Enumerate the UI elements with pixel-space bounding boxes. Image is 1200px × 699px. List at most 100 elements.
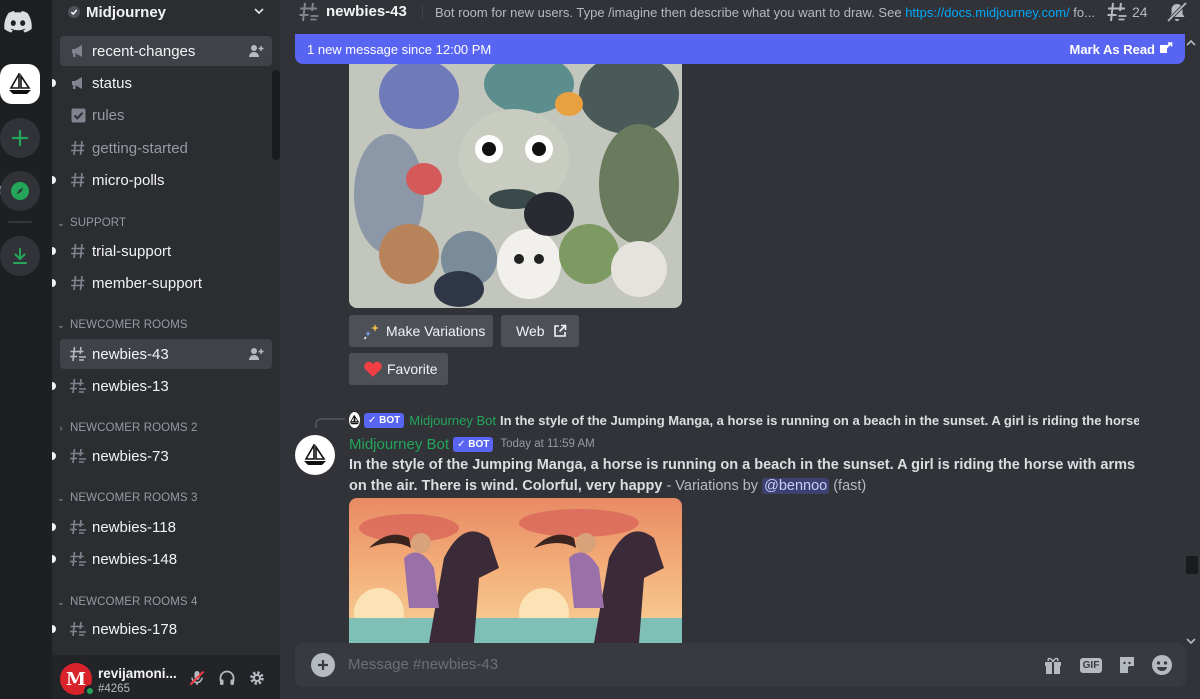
threaded-hash-icon bbox=[68, 619, 88, 639]
explore-servers-button[interactable] bbox=[0, 171, 40, 211]
rail-separator bbox=[8, 221, 32, 223]
download-apps-button[interactable] bbox=[0, 236, 40, 276]
muted-mic-icon bbox=[189, 670, 205, 686]
midjourney-server-icon[interactable] bbox=[0, 64, 40, 104]
headphones-icon bbox=[219, 670, 235, 685]
category-newcomer-rooms-3[interactable]: ⌄ NEWCOMER ROOMS 3 bbox=[52, 489, 280, 507]
chevron-down-icon: ⌄ bbox=[57, 596, 65, 607]
threads-icon bbox=[1107, 2, 1127, 22]
add-server-button[interactable] bbox=[0, 118, 40, 158]
channel-label: rules bbox=[92, 106, 125, 124]
new-messages-bar[interactable]: 1 new message since 12:00 PM Mark As Rea… bbox=[295, 34, 1185, 64]
unread-pip bbox=[52, 625, 56, 633]
channel-trial-support[interactable]: trial-support bbox=[52, 236, 272, 266]
message-author[interactable]: Midjourney Bot bbox=[349, 436, 449, 453]
channel-label: recent-changes bbox=[92, 42, 196, 60]
thread-count: 24 bbox=[1132, 4, 1148, 20]
reply-author[interactable]: Midjourney Bot bbox=[409, 413, 496, 428]
channel-member-support[interactable]: member-support bbox=[52, 268, 272, 298]
attach-button[interactable] bbox=[311, 653, 335, 677]
emoji-button[interactable] bbox=[1150, 653, 1174, 677]
channel-name: newbies-43 bbox=[326, 3, 407, 20]
channel-label: newbies-43 bbox=[92, 345, 169, 363]
verified-check-icon bbox=[68, 6, 80, 18]
channel-newbies-73[interactable]: newbies-73 bbox=[52, 441, 272, 471]
message-input[interactable]: Message #newbies-43 bbox=[348, 656, 498, 673]
add-member-icon[interactable] bbox=[248, 43, 264, 59]
reply-preview[interactable]: ✓ BOT Midjourney Bot In the style of the… bbox=[349, 411, 1139, 429]
threaded-hash-icon bbox=[68, 446, 88, 466]
channel-header: newbies-43 Bot room for new users. Type … bbox=[280, 0, 1200, 24]
heart-icon bbox=[364, 361, 382, 377]
channel-micro-polls[interactable]: micro-polls bbox=[52, 165, 272, 195]
channel-recent-changes[interactable]: recent-changes bbox=[60, 36, 272, 66]
channel-newbies-13[interactable]: newbies-13 bbox=[52, 371, 272, 401]
threads-button[interactable]: 24 bbox=[1106, 2, 1148, 22]
channel-topic[interactable]: Bot room for new users. Type /imagine th… bbox=[435, 5, 1100, 20]
category-newcomer-rooms-4[interactable]: ⌄ NEWCOMER ROOMS 4 bbox=[52, 593, 280, 611]
chevron-down-icon[interactable] bbox=[252, 4, 266, 18]
reply-avatar bbox=[349, 412, 360, 428]
add-member-icon[interactable] bbox=[248, 346, 264, 362]
discord-home-button[interactable] bbox=[0, 2, 38, 42]
gift-icon bbox=[1045, 657, 1061, 674]
sailboat-icon bbox=[349, 415, 360, 425]
channel-status[interactable]: status bbox=[52, 68, 272, 98]
mark-read-icon bbox=[1160, 42, 1173, 53]
channel-newbies-148[interactable]: newbies-148 bbox=[52, 544, 272, 574]
unread-pip bbox=[52, 279, 56, 287]
scrollbar-thumb[interactable] bbox=[1186, 556, 1198, 574]
channel-label: newbies-148 bbox=[92, 550, 178, 568]
server-header[interactable]: Midjourney bbox=[52, 0, 280, 24]
discord-app: Midjourney recent-changes status rules g… bbox=[0, 0, 1200, 699]
sailboat-icon bbox=[304, 444, 326, 465]
channel-label: newbies-178 bbox=[92, 620, 178, 638]
unread-pip bbox=[52, 79, 56, 87]
channel-newbies-43[interactable]: newbies-43 bbox=[60, 339, 272, 369]
bot-badge: ✓ BOT bbox=[364, 412, 405, 428]
channel-label: newbies-13 bbox=[92, 377, 169, 395]
category-support[interactable]: ⌄ SUPPORT bbox=[52, 214, 280, 232]
unread-pip bbox=[52, 247, 56, 255]
plus-icon bbox=[318, 660, 328, 670]
category-newcomer-rooms[interactable]: ⌄ NEWCOMER ROOMS bbox=[52, 316, 280, 334]
hash-icon bbox=[68, 170, 88, 190]
megaphone-icon bbox=[68, 41, 88, 61]
channel-newbies-118[interactable]: newbies-118 bbox=[52, 512, 272, 542]
gift-button[interactable] bbox=[1041, 653, 1065, 677]
sparkles-icon bbox=[363, 324, 379, 340]
make-variations-button[interactable]: Make Variations bbox=[349, 315, 493, 347]
sticker-button[interactable] bbox=[1115, 653, 1139, 677]
channel-getting-started[interactable]: getting-started bbox=[60, 133, 272, 163]
deafen-button[interactable] bbox=[216, 667, 238, 689]
generated-image-horses[interactable] bbox=[349, 498, 682, 643]
compass-icon bbox=[11, 182, 29, 200]
channel-newbies-178[interactable]: newbies-178 bbox=[52, 614, 272, 644]
notification-muted-icon[interactable] bbox=[1166, 2, 1188, 22]
favorite-button[interactable]: Favorite bbox=[349, 353, 448, 385]
reply-spine bbox=[315, 418, 345, 428]
server-rail bbox=[0, 0, 52, 699]
sailboat-icon bbox=[9, 73, 31, 94]
mark-as-read-button[interactable]: Mark As Read bbox=[1070, 42, 1156, 57]
channel-rules[interactable]: rules bbox=[60, 100, 272, 130]
message-scrollbar[interactable] bbox=[1182, 34, 1200, 650]
channel-label: newbies-73 bbox=[92, 447, 169, 465]
sidebar-scrollbar[interactable] bbox=[272, 70, 280, 160]
gif-button[interactable]: GIF bbox=[1078, 653, 1104, 677]
web-button[interactable]: Web bbox=[501, 315, 579, 347]
mute-mic-button[interactable] bbox=[186, 667, 208, 689]
docs-link[interactable]: https://docs.midjourney.com/ bbox=[905, 5, 1070, 20]
hash-icon bbox=[68, 241, 88, 261]
unread-pip bbox=[52, 523, 56, 531]
generated-image-monsters[interactable] bbox=[349, 64, 682, 308]
unread-pip bbox=[52, 555, 56, 563]
avatar[interactable] bbox=[295, 435, 335, 475]
channel-label: micro-polls bbox=[92, 171, 165, 189]
category-newcomer-rooms-2[interactable]: › NEWCOMER ROOMS 2 bbox=[52, 419, 280, 437]
message-composer: Message #newbies-43 GIF bbox=[295, 643, 1186, 687]
gear-icon bbox=[250, 671, 264, 685]
user-mention[interactable]: @bennoo bbox=[762, 478, 830, 494]
user-settings-button[interactable] bbox=[246, 667, 268, 689]
chevron-down-icon: ⌄ bbox=[57, 217, 65, 228]
